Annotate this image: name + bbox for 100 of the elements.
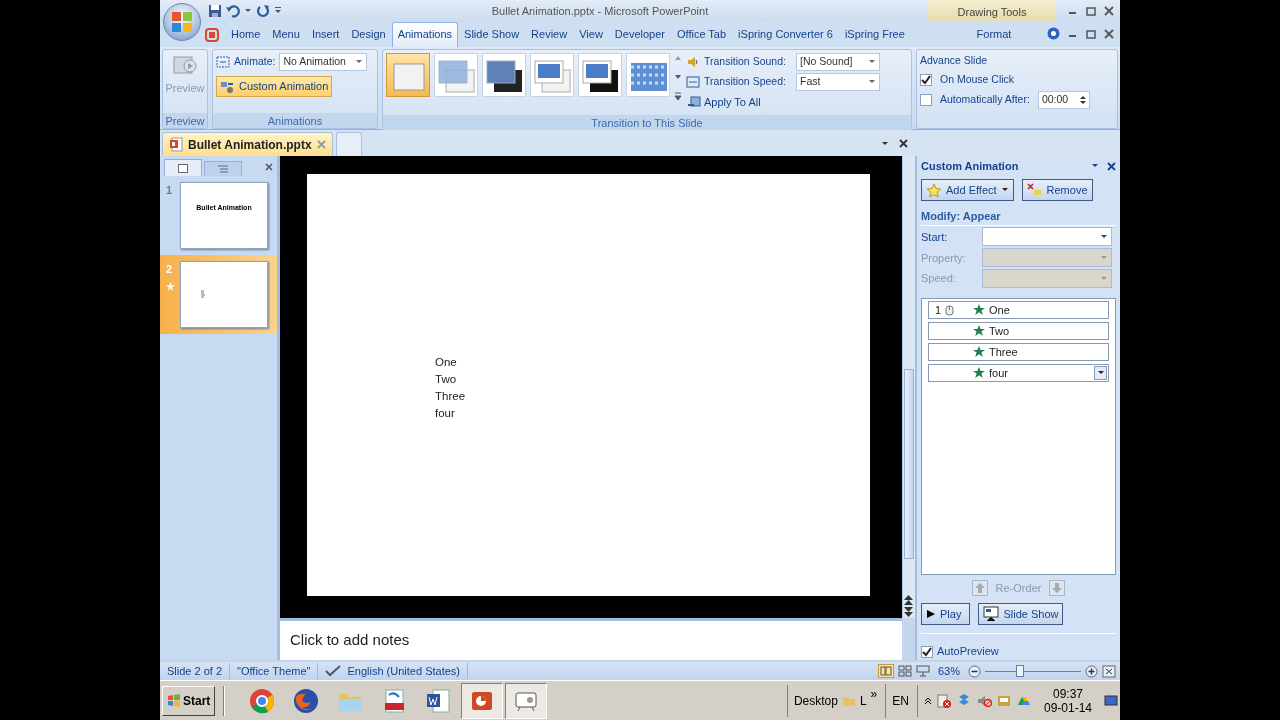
close-icon[interactable] — [899, 139, 908, 148]
caret-icon — [868, 78, 876, 86]
transition-thumbnail[interactable] — [626, 53, 670, 97]
checkbox[interactable] — [920, 73, 932, 86]
effect-item[interactable]: Two — [928, 322, 1109, 341]
vertical-scrollbar[interactable] — [902, 156, 915, 618]
zoom-percent[interactable]: 63% — [937, 662, 960, 680]
effect-item[interactable]: 1 One — [928, 301, 1109, 320]
slide-counter: Slide 2 of 2 — [160, 662, 231, 680]
restore-icon[interactable] — [1086, 6, 1096, 16]
zoom-in-icon[interactable] — [1085, 664, 1098, 678]
transition-thumbnail[interactable] — [530, 53, 574, 97]
dropdown-icon[interactable] — [881, 139, 891, 148]
dropdown-field[interactable]: Fast — [796, 73, 880, 91]
bullet-line: four — [435, 406, 456, 421]
ribbon-tab[interactable]: iSpring Free — [838, 21, 911, 47]
language-indicator[interactable]: EN — [885, 683, 909, 718]
taskbar-app-button[interactable] — [461, 682, 504, 719]
document-tab[interactable]: Bullet Animation.pptx — [162, 132, 333, 156]
add-effect-button[interactable]: Add Effect — [921, 178, 1014, 201]
close-icon[interactable] — [1107, 161, 1116, 171]
fit-window-icon[interactable] — [1102, 664, 1116, 678]
dropdown-field[interactable] — [982, 248, 1112, 268]
animate-dropdown[interactable]: No Animation — [279, 53, 368, 71]
close-icon[interactable] — [1104, 6, 1114, 16]
office-button[interactable] — [163, 3, 201, 41]
show-desktop-icon[interactable] — [1104, 693, 1118, 708]
field-label: Start: — [921, 229, 949, 245]
group-title: Advance Slide — [920, 53, 989, 68]
effect-item[interactable]: Three — [928, 343, 1109, 362]
ribbon-tab[interactable]: iSpring Converter 6 — [732, 21, 839, 47]
customize-caret-icon[interactable] — [274, 6, 282, 16]
ribbon-tab[interactable]: Menu — [266, 21, 306, 47]
redo-icon[interactable] — [256, 4, 270, 18]
checkbox[interactable] — [920, 93, 932, 106]
clock[interactable]: 09:37 09-01-14 — [1035, 686, 1100, 715]
caret-icon[interactable] — [244, 7, 252, 15]
restore-icon[interactable] — [1086, 28, 1096, 39]
desktop-toolbar-label[interactable]: Desktop — [793, 691, 838, 710]
office-tab-icon[interactable] — [205, 28, 219, 42]
dropdown-field[interactable] — [982, 269, 1112, 289]
help-icon[interactable] — [1047, 27, 1060, 40]
zoom-slider[interactable] — [985, 664, 1081, 678]
caret-icon — [1000, 185, 1009, 194]
slides-tab[interactable] — [164, 159, 202, 176]
effect-order: 1 — [935, 302, 942, 318]
ribbon-tab[interactable]: Slide Show — [458, 21, 526, 47]
ribbon-tab[interactable]: Office Tab — [671, 21, 733, 47]
more-chevron[interactable]: » — [870, 684, 878, 703]
toolbar-label[interactable]: L — [859, 691, 867, 710]
show-hidden-icons-icon[interactable] — [923, 696, 932, 705]
ribbon-tab[interactable]: Design — [345, 21, 392, 47]
effect-list[interactable]: 1 One Two Three four — [921, 298, 1116, 575]
ribbon-tab[interactable]: Insert — [305, 21, 346, 47]
checkbox[interactable] — [921, 645, 933, 658]
notes-placeholder[interactable]: Click to add notes — [280, 618, 902, 660]
caret-icon — [355, 58, 364, 66]
transition-thumbnail[interactable] — [578, 53, 622, 97]
remove-button[interactable]: Remove — [1021, 178, 1093, 201]
save-icon[interactable] — [208, 4, 222, 18]
time-spinner[interactable]: 00:00 — [1037, 90, 1090, 109]
normal-view-icon[interactable] — [877, 664, 894, 678]
close-icon[interactable] — [265, 163, 273, 171]
transition-thumbnail[interactable] — [482, 53, 526, 97]
taskbar-app-button[interactable] — [505, 682, 548, 719]
modify-heading: Modify: Appear — [921, 207, 1116, 227]
slide-show-button[interactable]: Slide Show — [978, 603, 1064, 626]
dropdown-field[interactable]: [No Sound] — [796, 53, 880, 71]
word-document-icon — [424, 686, 453, 715]
close-icon[interactable] — [1104, 28, 1114, 39]
undo-icon[interactable] — [226, 4, 240, 18]
start-button[interactable]: Start — [162, 685, 216, 716]
ribbon-tab[interactable]: Animations — [391, 21, 459, 47]
ribbon-tab[interactable]: Format — [934, 21, 1054, 47]
dropdown-field[interactable] — [982, 227, 1112, 247]
animate-label: Animate: — [234, 54, 276, 70]
custom-animation-button[interactable]: Custom Animation — [216, 76, 333, 97]
caret-icon — [868, 58, 876, 66]
field-label: Speed: — [921, 271, 957, 287]
zoom-out-icon[interactable] — [968, 664, 981, 678]
projector-screen-icon[interactable] — [915, 665, 930, 677]
apply-to-all-button[interactable]: Apply To All — [686, 93, 880, 112]
spell-check-icon[interactable] — [325, 665, 342, 677]
scroll-thumb[interactable] — [904, 369, 914, 559]
ribbon-tab[interactable]: Developer — [608, 21, 671, 47]
play-button[interactable]: Play — [921, 603, 971, 626]
slider-thumb[interactable] — [1015, 664, 1024, 677]
firefox-icon — [292, 686, 321, 715]
transition-thumbnail[interactable] — [386, 53, 430, 97]
effect-star-icon — [973, 304, 985, 317]
ribbon-tab[interactable]: View — [573, 21, 609, 47]
language-label[interactable]: English (United States) — [347, 662, 460, 680]
transition-thumbnail[interactable] — [434, 53, 478, 97]
slide-sorter-icon[interactable] — [897, 665, 912, 677]
bullet-line: One — [435, 355, 458, 370]
slide-number: 1 — [166, 183, 174, 198]
ribbon-tab[interactable]: Home — [225, 21, 267, 47]
effect-item[interactable]: four — [928, 364, 1109, 383]
network-error-icon[interactable] — [935, 692, 952, 709]
ribbon-tab[interactable]: Review — [525, 21, 574, 47]
